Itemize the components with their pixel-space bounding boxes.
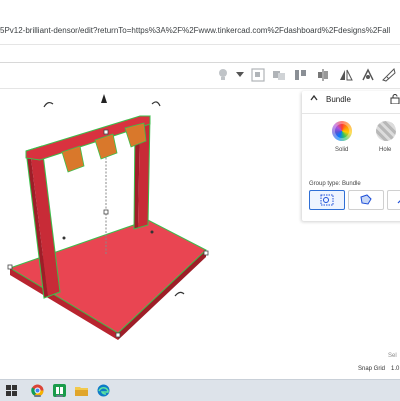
selection-handle[interactable] (103, 129, 109, 135)
inspector-title: Bundle (326, 95, 351, 104)
base-dot (62, 236, 66, 240)
lift-handle[interactable] (101, 94, 107, 103)
solid-label: Solid (335, 147, 349, 153)
group-icon[interactable] (251, 68, 265, 82)
selection-handle[interactable] (7, 264, 13, 270)
group-type-other-button[interactable] (387, 190, 400, 210)
solid-swatch[interactable] (332, 121, 352, 141)
group-type-label: Group type: Bundle (309, 181, 361, 187)
selection-handle[interactable] (115, 332, 121, 338)
address-bar[interactable]: 5Pv12-brilliant-densor/edit?returnTo=htt… (0, 24, 400, 38)
align-objects-icon[interactable] (316, 68, 330, 82)
start-icon[interactable] (4, 383, 19, 398)
rotate-handle-left[interactable] (43, 101, 54, 108)
align-icon[interactable] (294, 68, 308, 82)
rotate-handle-right[interactable] (151, 101, 161, 107)
lock-icon[interactable] (390, 94, 400, 107)
mirror-icon[interactable] (339, 68, 353, 82)
active-indicator (56, 395, 63, 397)
divider (0, 44, 400, 45)
select-indicator: Sel (388, 353, 397, 359)
snap-grid-label: Snap Grid (358, 366, 386, 372)
selection-handle[interactable] (103, 209, 109, 215)
windows-taskbar (0, 379, 400, 401)
group-type-bundle-button[interactable] (309, 190, 345, 210)
chrome-icon[interactable] (30, 383, 45, 398)
collapse-chevron-icon[interactable] (310, 94, 318, 104)
rotate-handle-bottom[interactable] (174, 291, 185, 297)
cruise-icon[interactable] (361, 68, 375, 82)
base-dot (150, 230, 154, 234)
inspector-divider (302, 113, 400, 114)
dropdown-icon[interactable] (233, 68, 247, 82)
workplane-ruler-icon[interactable] (382, 68, 396, 82)
hole-label: Hole (379, 147, 392, 153)
editor-toolbar (0, 63, 400, 87)
classroom-app-icon[interactable] (52, 383, 67, 398)
file-explorer-icon[interactable] (74, 383, 89, 398)
inspector-header: Bundle (302, 91, 400, 111)
lightbulb-icon[interactable] (216, 68, 230, 82)
active-indicator (34, 395, 41, 397)
inspector-panel: Bundle Solid Hole Group type: Bundle (302, 91, 400, 221)
snap-grid-value[interactable]: 1.0 (391, 366, 399, 372)
ungroup-icon[interactable] (272, 68, 286, 82)
group-type-merge-button[interactable] (348, 190, 384, 210)
edge-icon[interactable] (96, 383, 111, 398)
address-text[interactable]: 5Pv12-brilliant-densor/edit?returnTo=htt… (0, 26, 390, 35)
browser-tab-strip (0, 0, 400, 22)
hole-swatch[interactable] (376, 121, 396, 141)
selection-handle[interactable] (203, 250, 209, 256)
